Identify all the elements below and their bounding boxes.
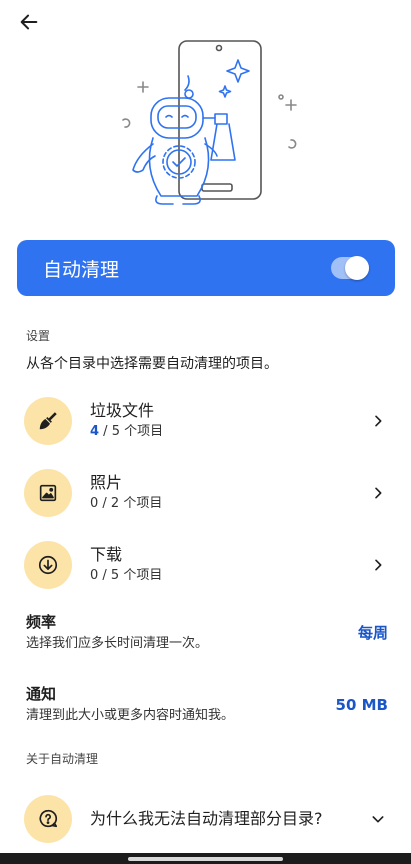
robot-cleaning-phone-illustration — [105, 38, 305, 208]
broom-icon — [39, 412, 57, 430]
question-bubble-icon — [39, 809, 58, 828]
category-downloads[interactable]: 下载 0 / 5 个项目 — [24, 540, 388, 590]
auto-clean-card[interactable]: 自动清理 — [17, 240, 395, 296]
auto-clean-title: 自动清理 — [43, 258, 120, 281]
total-count: / 5 个项目 — [99, 424, 164, 439]
total-count: / 2 个项目 — [98, 496, 163, 511]
selected-count: 4 — [90, 424, 100, 439]
notify-subtitle: 清理到此大小或更多内容时通知我。 — [26, 708, 235, 723]
auto-clean-toggle[interactable] — [331, 256, 369, 280]
faq-item[interactable]: 为什么我无法自动清理部分目录? — [24, 794, 388, 844]
chevron-right-icon — [368, 411, 388, 431]
settings-description: 从各个目录中选择需要自动清理的项目。 — [26, 356, 278, 372]
notify-row[interactable]: 通知 清理到此大小或更多内容时通知我。 50 MB — [26, 684, 388, 725]
category-photos[interactable]: 照片 0 / 2 个项目 — [24, 468, 388, 518]
category-title: 照片 — [90, 473, 123, 492]
notify-title: 通知 — [26, 685, 57, 703]
category-title: 垃圾文件 — [90, 401, 155, 420]
frequency-subtitle: 选择我们应多长时间清理一次。 — [26, 636, 209, 651]
category-count: 4 / 5 个项目 — [90, 423, 368, 441]
auto-clean-page: 自动清理 设置 从各个目录中选择需要自动清理的项目。 垃圾文件 4 / 5 个项… — [0, 0, 411, 864]
about-label: 关于自动清理 — [26, 752, 99, 766]
frequency-row[interactable]: 频率 选择我们应多长时间清理一次。 每周 — [26, 612, 388, 653]
frequency-value[interactable]: 每周 — [358, 622, 388, 643]
frequency-title: 频率 — [26, 613, 57, 631]
category-count: 0 / 2 个项目 — [90, 495, 368, 513]
download-icon — [38, 555, 58, 575]
image-icon-badge — [24, 469, 72, 517]
total-count: / 5 个项目 — [98, 568, 163, 583]
faq-title: 为什么我无法自动清理部分目录? — [90, 809, 323, 828]
settings-label: 设置 — [26, 329, 51, 343]
back-button[interactable] — [14, 8, 44, 36]
chevron-right-icon — [368, 555, 388, 575]
toggle-knob — [345, 256, 369, 280]
chevron-down-icon[interactable] — [368, 809, 388, 829]
download-icon-badge — [24, 541, 72, 589]
broom-icon-badge — [24, 397, 72, 445]
category-count: 0 / 5 个项目 — [90, 567, 368, 585]
arrow-left-icon — [20, 14, 38, 30]
image-icon — [39, 484, 57, 502]
home-indicator[interactable] — [128, 857, 283, 861]
notify-value[interactable]: 50 MB — [336, 696, 388, 714]
category-junk-files[interactable]: 垃圾文件 4 / 5 个项目 — [24, 396, 388, 446]
category-title: 下载 — [90, 545, 123, 564]
question-icon-badge — [24, 795, 72, 843]
chevron-right-icon — [368, 483, 388, 503]
